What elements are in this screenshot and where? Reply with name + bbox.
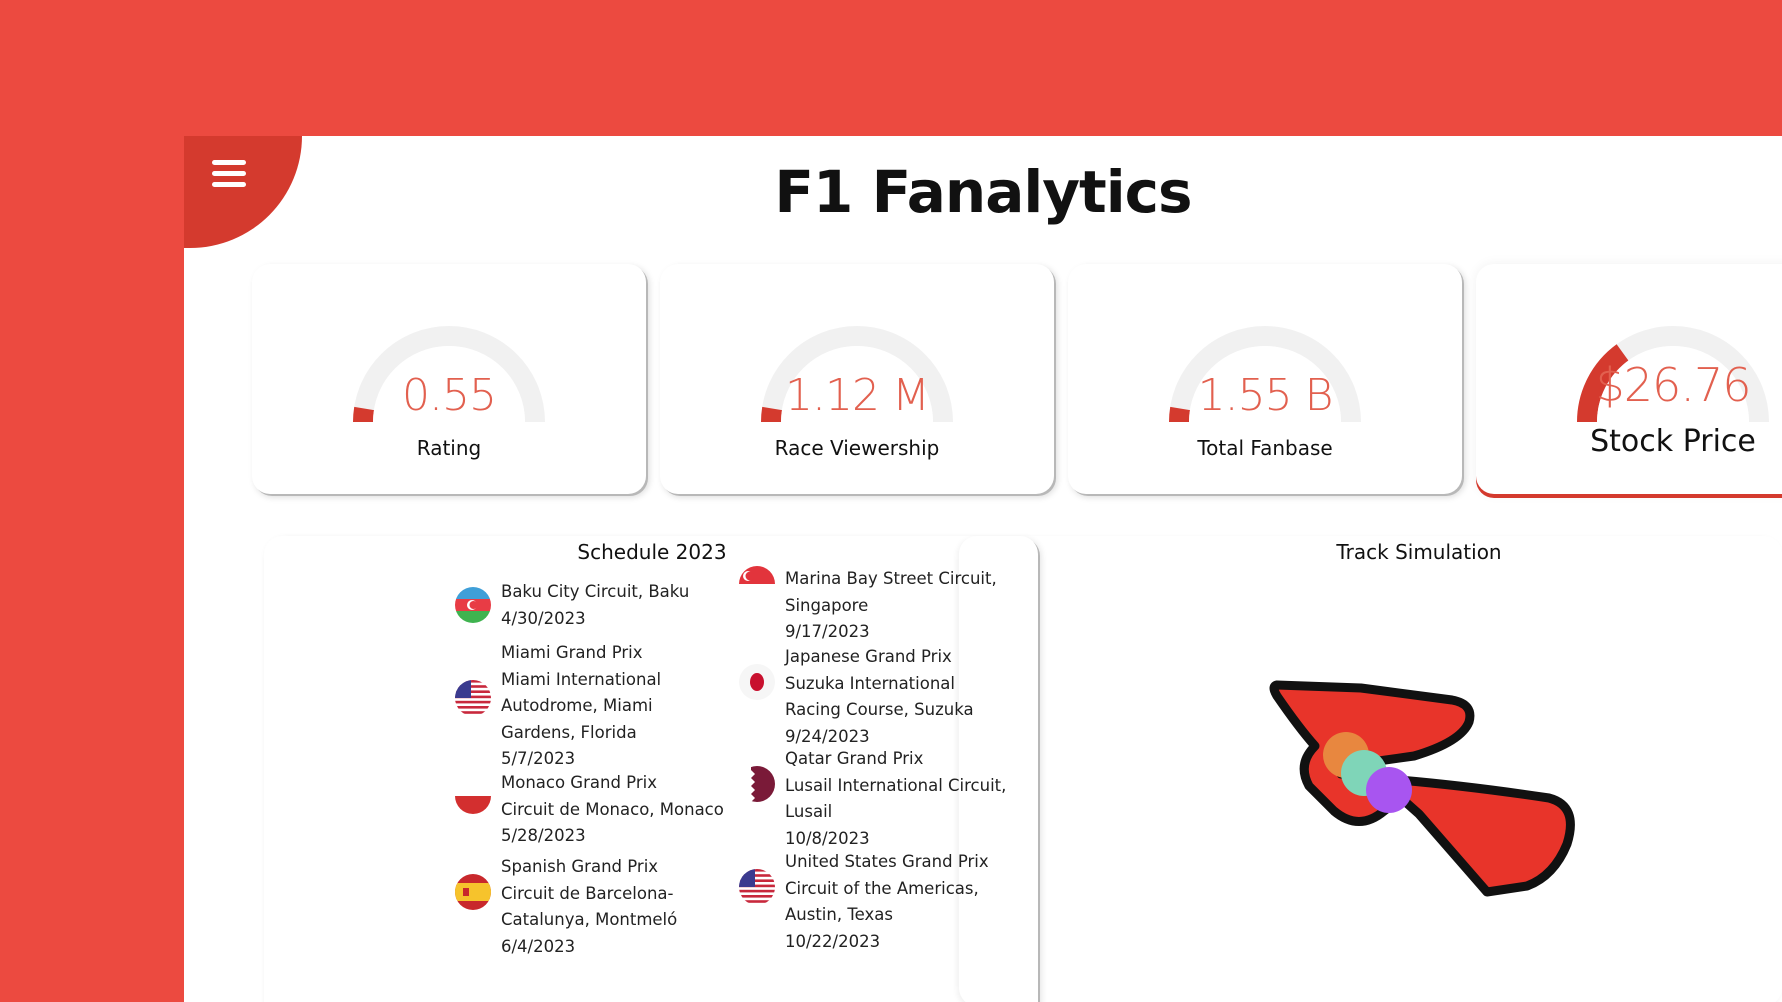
stat-value: 1.12 M xyxy=(785,370,930,421)
race-circuit: Circuit de Monaco, Monaco xyxy=(501,799,724,819)
usa-flag-icon xyxy=(739,869,775,905)
stat-value: 1.55 B xyxy=(1197,370,1334,421)
race-name: Monaco Grand Prix xyxy=(501,773,657,792)
race-circuit: Circuit de Barcelona-Catalunya, Montmeló xyxy=(501,883,678,930)
race-date: 4/30/2023 xyxy=(501,608,586,628)
stat-label: Stock Price xyxy=(1590,424,1756,459)
stat-card-viewership[interactable]: 1.12 M Race Viewership xyxy=(660,264,1054,494)
stat-card-rating[interactable]: 0.55 Rating xyxy=(252,264,646,494)
schedule-item[interactable]: Miami Grand Prix Miami International Auto… xyxy=(455,640,731,773)
singapore-flag-icon xyxy=(739,566,775,602)
race-date: 5/28/2023 xyxy=(501,826,586,845)
usa-flag-icon xyxy=(455,680,491,716)
stat-label: Race Viewership xyxy=(774,436,940,460)
race-name: Miami Grand Prix xyxy=(501,643,643,662)
race-date: 6/4/2023 xyxy=(501,936,576,956)
gauge-icon xyxy=(660,326,1054,464)
schedule-item[interactable]: Baku City Circuit, Baku 4/30/2023 xyxy=(455,579,731,632)
schedule-card[interactable]: Baku City Circuit, Baku 4/30/2023 Miami Gr… xyxy=(264,536,1038,1002)
stat-label: Total Fanbase xyxy=(1197,436,1333,460)
stat-card-stock-price[interactable]: $26.76 Stock Price xyxy=(1476,264,1782,494)
japan-flag-icon xyxy=(739,664,775,700)
schedule-item[interactable]: Monaco Grand Prix Circuit de Monaco, Mona… xyxy=(455,770,731,850)
stat-value: $26.76 xyxy=(1595,358,1752,412)
track-shape xyxy=(1269,680,1575,897)
page-title: F1 Fanalytics xyxy=(774,158,1192,226)
track-simulation-panel xyxy=(959,536,1782,1002)
gauge-icon xyxy=(1068,326,1462,464)
race-date: 5/7/2023 xyxy=(501,749,576,768)
main-panel: F1 Fanalytics 0.55 Rating 1.12 M Race Vi… xyxy=(184,136,1782,1002)
track-map xyxy=(1269,680,1575,897)
stat-label: Rating xyxy=(416,436,482,460)
race-name: Spanish Grand Prix xyxy=(501,857,659,876)
car-marker xyxy=(1366,767,1412,813)
schedule-list[interactable]: Baku City Circuit, Baku 4/30/2023 Miami Gr… xyxy=(264,536,1038,1002)
race-circuit: Miami International Autodrome, Miami Gar… xyxy=(501,669,662,742)
gauge-icon xyxy=(252,326,646,464)
azerbaijan-flag-icon xyxy=(455,587,491,623)
race-circuit: Baku City Circuit, Baku xyxy=(501,582,690,601)
qatar-flag-icon xyxy=(739,766,775,802)
stat-card-fanbase[interactable]: 1.55 B Total Fanbase xyxy=(1068,264,1462,494)
schedule-item[interactable]: Spanish Grand Prix Circuit de Barcelona-C… xyxy=(455,854,731,960)
monaco-flag-icon xyxy=(455,778,491,814)
spain-flag-icon xyxy=(455,874,491,910)
stat-value: 0.55 xyxy=(402,370,497,421)
